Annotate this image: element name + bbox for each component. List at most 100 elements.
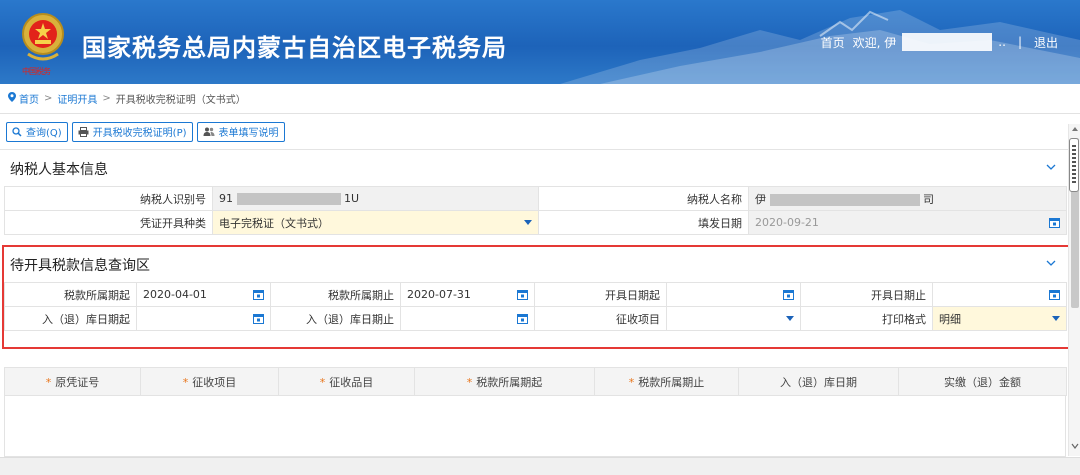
tax-period-start-value: 2020-04-01 — [143, 288, 207, 301]
voucher-type-label: 凭证开具种类 — [4, 210, 213, 235]
levy-item-label: 征收项目 — [534, 306, 667, 331]
welcome-text: 欢迎, 伊 — [852, 35, 897, 50]
voucher-type-value: 电子完税证（文书式） — [219, 216, 329, 230]
site-header: 中国税务 国家税务总局内蒙古自治区电子税务局 首页 欢迎, 伊 .. | 退出 — [0, 0, 1080, 84]
users-icon — [203, 127, 215, 136]
issue-date-label: 填发日期 — [538, 210, 749, 235]
query-button[interactable]: 查询(Q) — [6, 121, 68, 142]
issue-date-start-input[interactable] — [666, 282, 801, 307]
taxpayer-section-title: 纳税人基本信息 — [10, 161, 108, 178]
redacted-username — [902, 33, 993, 51]
dropdown-arrow-icon[interactable] — [1052, 316, 1060, 321]
required-mark: * — [319, 375, 326, 389]
column-header[interactable]: * 税款所属期止 — [594, 367, 739, 396]
breadcrumb-separator: > — [102, 93, 111, 104]
calendar-icon[interactable] — [253, 313, 264, 324]
column-header[interactable]: 实缴（退）金额 — [898, 367, 1067, 396]
taxpayer-id-suffix: 1U — [344, 192, 360, 205]
home-link[interactable]: 首页 — [821, 34, 845, 51]
column-label: 征收项目 — [192, 375, 237, 389]
taxpayer-name-field: 伊 司 — [748, 186, 1067, 211]
breadcrumb-home[interactable]: 首页 — [19, 91, 39, 106]
dropdown-arrow-icon[interactable] — [786, 316, 794, 321]
query-form-table: 税款所属期起 2020-04-01 税款所属期止 2020-07-31 开具日期… — [4, 282, 1067, 331]
breadcrumb: 首页 > 证明开具 > 开具税收完税证明（文书式） — [0, 84, 1080, 114]
dropdown-arrow-icon[interactable] — [524, 220, 532, 225]
redacted-name — [769, 193, 920, 206]
column-label: 原凭证号 — [55, 375, 100, 389]
emblem-caption: 中国税务 — [22, 67, 51, 76]
taxpayer-id-field: 91 1U — [212, 186, 539, 211]
query-section-header[interactable]: 待开具税款信息查询区 — [0, 248, 1068, 281]
column-label: 征收品目 — [329, 375, 374, 389]
required-mark: * — [45, 375, 52, 389]
warehouse-date-start-label: 入（退）库日期起 — [4, 306, 137, 331]
taxpayer-name-prefix: 伊 — [755, 192, 766, 206]
issue-certificate-label: 开具税收完税证明(P) — [92, 128, 187, 139]
column-label: 入（退）库日期 — [780, 375, 857, 389]
column-header[interactable]: 入（退）库日期 — [738, 367, 899, 396]
taxpayer-name-suffix: 司 — [923, 192, 934, 206]
taxpayer-name-label: 纳税人名称 — [538, 186, 749, 211]
issue-date-end-input[interactable] — [932, 282, 1067, 307]
chevron-down-icon[interactable] — [1046, 162, 1056, 172]
form-guide-label: 表单填写说明 — [218, 128, 279, 139]
tax-period-end-input[interactable]: 2020-07-31 — [400, 282, 535, 307]
taxpayer-id-prefix: 91 — [219, 192, 233, 205]
breadcrumb-separator: > — [44, 93, 53, 104]
results-table: * 原凭证号 * 征收项目 * 征收品目 * 税款所属期起 * 税款所属期止 入（退）库日… — [4, 367, 1067, 396]
taxpayer-info-table: 纳税人识别号 91 1U 纳税人名称 伊 司 凭证开具种类 电子完税证（文书式）… — [4, 186, 1067, 235]
chevron-down-icon[interactable] — [1046, 258, 1056, 268]
results-header-row: * 原凭证号 * 征收项目 * 征收品目 * 税款所属期起 * 税款所属期止 入（退）库日… — [4, 367, 1067, 396]
search-icon — [12, 126, 22, 137]
column-header[interactable]: * 征收项目 — [140, 367, 279, 396]
calendar-icon[interactable] — [253, 289, 264, 300]
redacted-id — [236, 193, 341, 205]
calendar-icon[interactable] — [783, 289, 794, 300]
header-user-area: 首页 欢迎, 伊 .. | 退出 — [821, 33, 1058, 51]
column-header[interactable]: * 征收品目 — [278, 367, 415, 396]
warehouse-date-start-input[interactable] — [136, 306, 271, 331]
print-format-label: 打印格式 — [800, 306, 933, 331]
issue-date-start-label: 开具日期起 — [534, 282, 667, 307]
tax-period-start-input[interactable]: 2020-04-01 — [136, 282, 271, 307]
toolbar: 查询(Q) 开具税收完税证明(P) 表单填写说明 — [0, 114, 1068, 150]
location-pin-icon — [8, 92, 16, 105]
warehouse-date-end-input[interactable] — [400, 306, 535, 331]
calendar-icon[interactable] — [517, 289, 528, 300]
column-label: 实缴（退）金额 — [944, 375, 1021, 389]
column-label: 税款所属期起 — [476, 375, 543, 389]
form-guide-button[interactable]: 表单填写说明 — [196, 121, 285, 142]
taxpayer-section-header[interactable]: 纳税人基本信息 — [0, 152, 1068, 185]
results-body — [4, 395, 1066, 457]
side-drawer-handle[interactable] — [1069, 138, 1079, 192]
site-title: 国家税务总局内蒙古自治区电子税务局 — [82, 34, 507, 62]
required-mark: * — [628, 375, 635, 389]
header-separator: | — [1017, 35, 1022, 49]
query-button-label: 查询(Q) — [26, 128, 62, 139]
print-format-select[interactable]: 明细 — [932, 306, 1067, 331]
required-mark: * — [182, 375, 189, 389]
calendar-icon[interactable] — [517, 313, 528, 324]
calendar-icon[interactable] — [1049, 217, 1060, 228]
scroll-down-icon[interactable] — [1071, 442, 1079, 450]
voucher-type-select[interactable]: 电子完税证（文书式） — [212, 210, 539, 235]
emblem-icon — [22, 13, 64, 61]
taxpayer-id-label: 纳税人识别号 — [4, 186, 213, 211]
breadcrumb-cert[interactable]: 证明开具 — [57, 91, 97, 106]
scroll-up-icon[interactable] — [1072, 127, 1078, 131]
column-header[interactable]: * 税款所属期起 — [414, 367, 595, 396]
tax-period-start-label: 税款所属期起 — [4, 282, 137, 307]
grip-icon — [1072, 145, 1076, 185]
issue-certificate-button[interactable]: 开具税收完税证明(P) — [71, 121, 193, 142]
issue-date-field[interactable]: 2020-09-21 — [748, 210, 1067, 235]
levy-item-select[interactable] — [666, 306, 801, 331]
footer-bar — [0, 457, 1080, 475]
welcome-ellipsis: .. — [998, 35, 1006, 49]
logout-link[interactable]: 退出 — [1034, 34, 1058, 51]
calendar-icon[interactable] — [1049, 289, 1060, 300]
printer-icon — [78, 126, 89, 137]
column-header[interactable]: * 原凭证号 — [4, 367, 141, 396]
column-label: 税款所属期止 — [638, 375, 705, 389]
required-mark: * — [466, 375, 473, 389]
